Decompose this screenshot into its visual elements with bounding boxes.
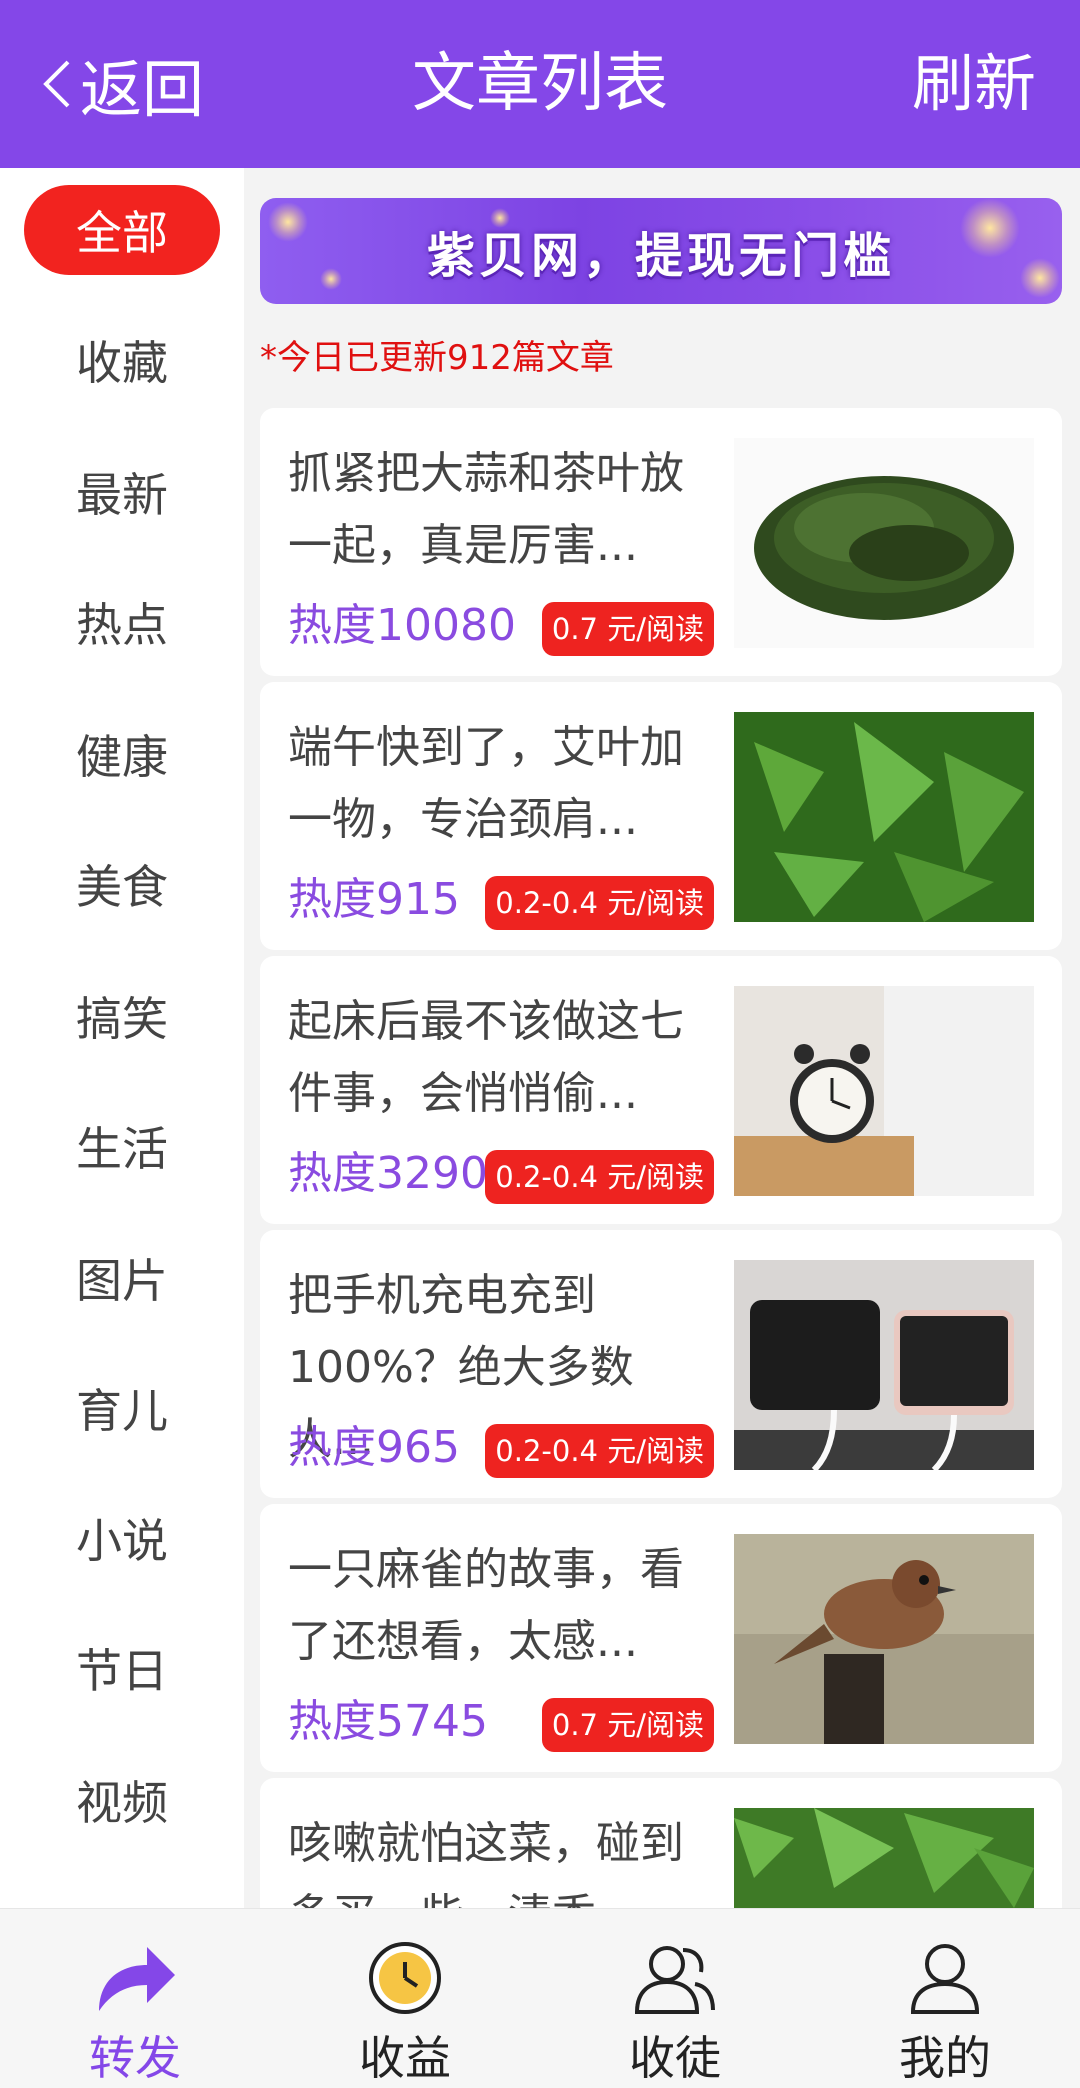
tab-mine[interactable]: 我的: [810, 1909, 1080, 2088]
sidebar-item-festival[interactable]: 节日: [0, 1620, 244, 1716]
article-thumbnail: [734, 438, 1034, 648]
bottom-nav: 转发 收益 收徒 我的: [0, 1908, 1080, 2088]
article-card[interactable]: 抓紧把大蒜和茶叶放一起，真是厉害... 热度10080 0.7 元/阅读: [260, 408, 1062, 676]
price-badge: 0.2-0.4 元/阅读: [485, 1424, 714, 1478]
article-title: 起床后最不该做这七件事，会悄悄偷...: [288, 996, 684, 1119]
sidebar-item-label: 健康: [76, 730, 168, 784]
article-heat: 热度915: [288, 874, 460, 925]
price-badge: 0.2-0.4 元/阅读: [485, 1150, 714, 1204]
sidebar-item-label: 小说: [76, 1514, 168, 1568]
sidebar-item-video[interactable]: 视频: [0, 1752, 244, 1848]
article-thumbnail: [734, 712, 1034, 922]
sidebar-item-label: 收藏: [76, 336, 168, 390]
price-badge: 0.2-0.4 元/阅读: [485, 876, 714, 930]
article-heat: 热度3290: [288, 1148, 488, 1199]
people-icon: [634, 1945, 715, 2014]
article-card[interactable]: 起床后最不该做这七件事，会悄悄偷... 热度3290 0.2-0.4 元/阅读: [260, 956, 1062, 1224]
article-card[interactable]: 把手机充电充到100%？绝大多数人... 热度965 0.2-0.4 元/阅读: [260, 1230, 1062, 1498]
article-thumbnail: [734, 1260, 1034, 1470]
share-arrow-icon: [99, 1946, 175, 2011]
article-title: 端午快到了，艾叶加一物，专治颈肩...: [288, 722, 684, 845]
article-thumbnail: [734, 1808, 1034, 1908]
promo-banner[interactable]: 紫贝网，提现无门槛: [260, 198, 1062, 304]
tab-label: 收益: [359, 2031, 451, 2085]
sidebar-item-label: 搞笑: [76, 992, 168, 1046]
sidebar-item-label: 节日: [76, 1644, 168, 1698]
article-card[interactable]: 一只麻雀的故事，看了还想看，太感... 热度5745 0.7 元/阅读: [260, 1504, 1062, 1772]
article-heat: 热度10080: [288, 600, 516, 651]
category-sidebar: 全部 收藏 最新 热点 健康 美食 搞笑 生活 图片 育儿 小说 节日 视频: [0, 168, 244, 1908]
article-thumbnail: [734, 1534, 1034, 1744]
sidebar-item-novel[interactable]: 小说: [0, 1490, 244, 1586]
article-title: 抓紧把大蒜和茶叶放一起，真是厉害...: [288, 448, 684, 571]
sidebar-item-label: 最新: [76, 468, 168, 522]
refresh-button[interactable]: 刷新: [912, 44, 1036, 124]
sidebar-item-label: 育儿: [76, 1384, 168, 1438]
sidebar-item-health[interactable]: 健康: [0, 706, 244, 802]
clock-coin-icon: [369, 1941, 441, 2014]
sidebar-item-label: 热点: [76, 598, 168, 652]
article-card[interactable]: 端午快到了，艾叶加一物，专治颈肩... 热度915 0.2-0.4 元/阅读: [260, 682, 1062, 950]
article-heat: 热度965: [288, 1422, 460, 1473]
tab-earnings[interactable]: 收益: [270, 1909, 540, 2088]
banner-text: 紫贝网，提现无门槛: [426, 228, 895, 284]
tab-share[interactable]: 转发: [0, 1909, 270, 2088]
sidebar-item-latest[interactable]: 最新: [0, 444, 244, 540]
tab-label: 我的: [899, 2031, 991, 2085]
tab-apprentice[interactable]: 收徒: [540, 1909, 810, 2088]
sidebar-item-food[interactable]: 美食: [0, 836, 244, 932]
sidebar-item-funny[interactable]: 搞笑: [0, 968, 244, 1064]
sidebar-item-life[interactable]: 生活: [0, 1098, 244, 1194]
sidebar-item-label: 全部: [24, 185, 220, 275]
sidebar-item-label: 图片: [76, 1254, 168, 1308]
sidebar-item-pictures[interactable]: 图片: [0, 1230, 244, 1326]
sidebar-item-parenting[interactable]: 育儿: [0, 1360, 244, 1456]
tab-label: 收徒: [629, 2031, 721, 2085]
sidebar-item-favorites[interactable]: 收藏: [0, 312, 244, 408]
sidebar-item-label: 视频: [76, 1776, 168, 1830]
tab-label: 转发: [89, 2031, 181, 2085]
article-title: 咳嗽就怕这菜，碰到多买一些，清香...: [288, 1818, 684, 1908]
price-badge: 0.7 元/阅读: [541, 1698, 714, 1752]
price-badge: 0.7 元/阅读: [541, 602, 714, 656]
update-notice: *今日已更新912篇文章: [260, 338, 614, 378]
person-icon: [910, 1943, 980, 2014]
article-title: 一只麻雀的故事，看了还想看，太感...: [288, 1544, 684, 1667]
article-card[interactable]: 咳嗽就怕这菜，碰到多买一些，清香...: [260, 1778, 1062, 1908]
sidebar-item-label: 美食: [76, 860, 168, 914]
sidebar-item-hot[interactable]: 热点: [0, 574, 244, 670]
article-heat: 热度5745: [288, 1696, 488, 1747]
top-bar: 返回 文章列表 刷新: [0, 0, 1080, 168]
sidebar-item-label: 生活: [76, 1122, 168, 1176]
sidebar-item-all[interactable]: 全部: [0, 182, 244, 278]
article-thumbnail: [734, 986, 1034, 1196]
